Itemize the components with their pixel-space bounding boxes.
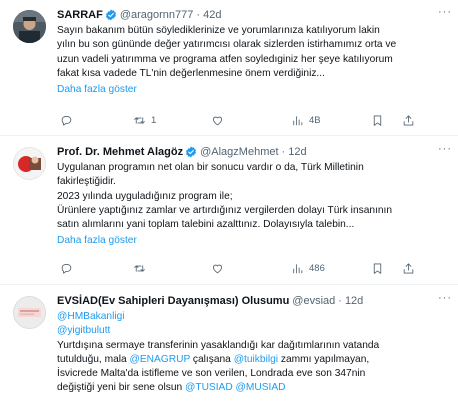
views-icon — [293, 263, 303, 273]
tweet-text-line: Yurtdışına sermaye transferinin yasaklan… — [57, 339, 380, 351]
share-button[interactable] — [402, 114, 415, 127]
show-more-link[interactable]: Daha fazla göster — [57, 234, 450, 248]
retweet-icon — [134, 116, 145, 124]
timestamp[interactable]: 12d — [288, 146, 306, 158]
views-count: 4B — [309, 114, 321, 126]
tweet-text-line: fakirleştiğidir. — [57, 176, 116, 188]
views-icon — [293, 115, 303, 125]
author-handle[interactable]: @evsiad — [292, 295, 335, 307]
like-button[interactable] — [211, 114, 229, 127]
tweet-text-line: uzun vadeli yatırımma ve programa atfen … — [57, 53, 393, 65]
tweet-text-line: yılın bu son gününde değer yatırımcısı o… — [57, 39, 397, 51]
share-icon — [403, 262, 414, 274]
mention-link[interactable]: @HMBakanligi — [57, 311, 125, 322]
show-more-link[interactable]: Daha fazla göster — [57, 83, 450, 97]
tweet-text-fragment: zammı yapılmayan, — [280, 353, 370, 365]
tweet-text-fragment: çalışana — [192, 353, 231, 365]
reply-button[interactable] — [60, 262, 78, 275]
reply-button[interactable] — [60, 114, 78, 127]
separator-dot: · — [281, 145, 286, 158]
verified-badge-icon — [105, 9, 117, 21]
views-count: 486 — [309, 262, 325, 274]
tweet-text-line: 2023 yılında uyguladığınız program ile; — [57, 190, 233, 202]
timestamp[interactable]: 12d — [345, 295, 363, 307]
tweet-text-line: Sayın bakanım bütün söylediklerinize ve … — [57, 25, 380, 36]
tweet-text-fragment: tutulduğu, mala — [57, 353, 127, 365]
tweet-text-line: satın alımlarını yani toplam talebini az… — [57, 219, 355, 231]
mention-link[interactable]: @tuikbilgi — [234, 354, 278, 365]
share-icon — [403, 114, 414, 126]
more-options-icon[interactable]: ··· — [438, 6, 452, 18]
avatar[interactable] — [13, 10, 46, 43]
like-button[interactable] — [211, 262, 229, 275]
mention-link[interactable]: @TUSIAD — [185, 382, 233, 393]
tweet-actions: 1 4B — [57, 112, 437, 128]
tweet[interactable]: Prof. Dr. Mehmet Alagöz @AlagzMehmet · 1… — [0, 137, 458, 285]
tweet-text-line: İsvicrede Malta'da istifleme ve son veri… — [57, 368, 366, 380]
author-name[interactable]: EVSİAD(Ev Sahipleri Dayanışması) Olusumu — [57, 295, 289, 307]
bookmark-button[interactable] — [371, 262, 384, 275]
heart-icon — [213, 264, 222, 273]
author-handle[interactable]: @AlagzMehmet — [200, 146, 278, 158]
tweet-text: Sayın bakanım bütün söylediklerinize ve … — [57, 24, 450, 81]
reply-icon — [61, 115, 72, 126]
verified-badge-icon — [185, 146, 197, 158]
more-options-icon[interactable]: ··· — [438, 292, 452, 304]
separator-dot: · — [338, 294, 342, 307]
retweet-count: 1 — [151, 114, 157, 126]
avatar[interactable] — [13, 296, 46, 329]
tweet-text-line: Ürünlere yaptığınız zamlar ve artırdığın… — [57, 204, 393, 216]
mention-link[interactable]: @yigitbulutt — [57, 325, 110, 336]
tweet-actions: 486 — [57, 260, 437, 276]
views-button[interactable]: 486 — [291, 262, 325, 275]
bookmark-button[interactable] — [371, 114, 384, 127]
tweet[interactable]: SARRAF @aragornn777 · 42d Sayın bakanım … — [0, 0, 458, 136]
author-name[interactable]: SARRAF — [57, 9, 103, 21]
retweet-button[interactable] — [133, 262, 151, 275]
views-button[interactable]: 4B — [291, 114, 321, 127]
tweet-text-fragment: değiştiği yeni bir sene olsun — [57, 382, 183, 394]
retweet-button[interactable]: 1 — [133, 114, 156, 127]
more-options-icon[interactable]: ··· — [438, 143, 452, 155]
timestamp[interactable]: 42d — [203, 9, 221, 21]
bookmark-icon — [373, 114, 382, 126]
tweet-text-line: Uygulanan programın net olan bir sonucu … — [57, 162, 364, 173]
share-button[interactable] — [402, 262, 415, 275]
reply-icon — [61, 263, 72, 274]
author-handle[interactable]: @aragornn777 — [120, 9, 194, 21]
heart-icon — [213, 116, 222, 125]
tweet-text-line: fakat kısa vadede TL'nin değerlenmesine … — [57, 67, 325, 79]
mention-link[interactable]: @MUSIAD — [236, 382, 286, 393]
separator-dot: · — [196, 8, 201, 21]
bookmark-icon — [373, 262, 382, 274]
mention-link[interactable]: @ENAGRUP — [130, 354, 191, 365]
tweet[interactable]: EVSİAD(Ev Sahipleri Dayanışması) Olusumu… — [0, 286, 458, 412]
tweet-text: @HMBakanligi @yigitbulutt Yurtdışına ser… — [57, 310, 450, 396]
author-name[interactable]: Prof. Dr. Mehmet Alagöz — [57, 146, 183, 158]
avatar[interactable] — [13, 147, 46, 180]
retweet-icon — [134, 264, 145, 272]
tweet-text: Uygulanan programın net olan bir sonucu … — [57, 161, 450, 232]
